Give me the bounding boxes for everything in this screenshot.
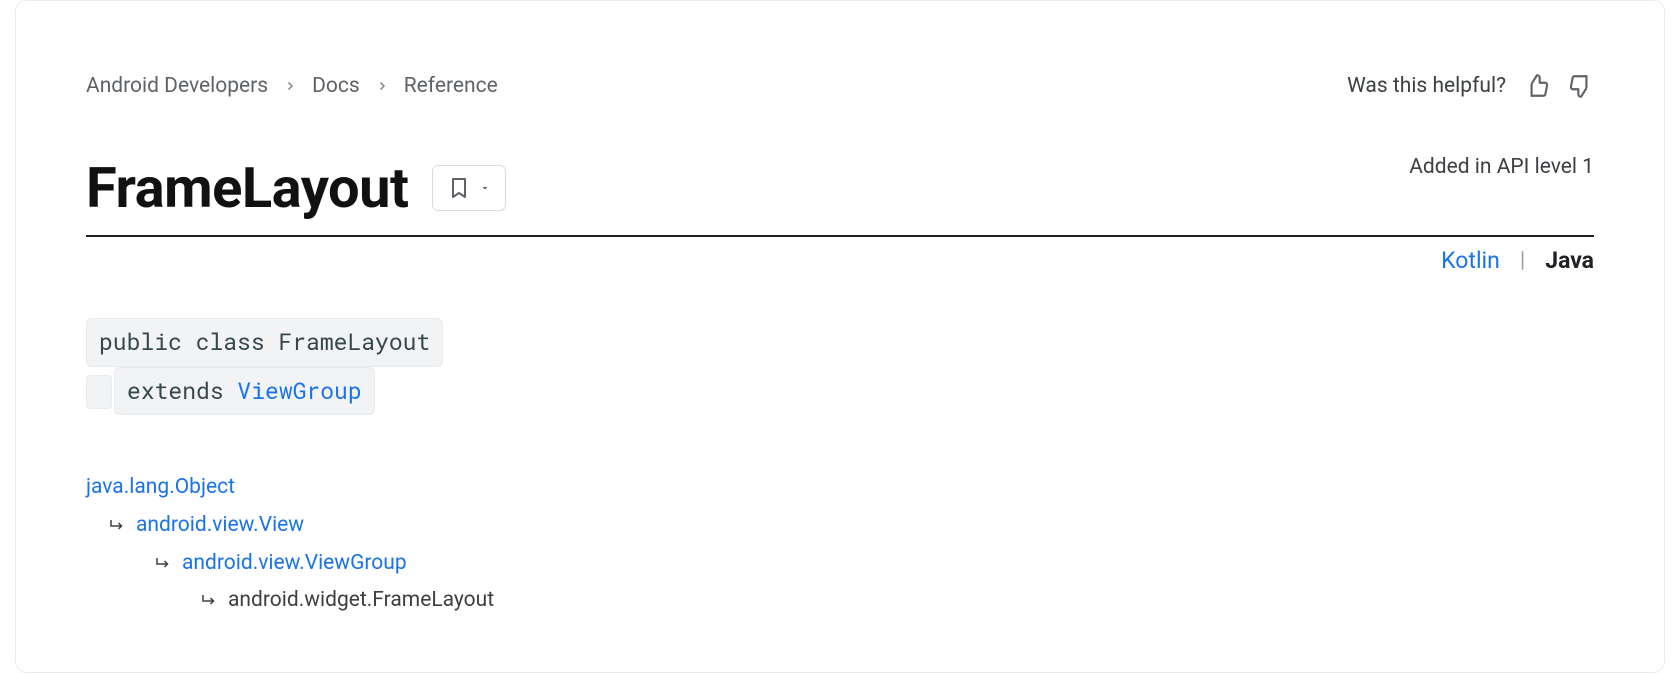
extends-link-viewgroup[interactable]: ViewGroup <box>237 376 361 406</box>
hierarchy-link-object[interactable]: java.lang.Object <box>86 469 235 507</box>
bookmark-icon <box>447 176 471 200</box>
title-row: FrameLayout Added in API level 1 <box>86 155 1594 237</box>
hierarchy-row-3: android.widget.FrameLayout <box>200 582 1594 620</box>
hierarchy-link-viewgroup[interactable]: android.view.ViewGroup <box>182 545 407 583</box>
feedback-area: Was this helpful? <box>1347 73 1594 99</box>
hierarchy-row-1: android.view.View <box>108 507 1594 545</box>
hierarchy-link-view[interactable]: android.view.View <box>136 507 304 545</box>
language-tab-java[interactable]: Java <box>1545 247 1594 274</box>
inherit-arrow-icon <box>200 592 218 610</box>
content-card: Android Developers Docs Reference Was th… <box>15 0 1665 673</box>
feedback-prompt: Was this helpful? <box>1347 74 1506 98</box>
breadcrumb-item-docs[interactable]: Docs <box>312 74 360 98</box>
breadcrumb-item-reference[interactable]: Reference <box>404 74 498 98</box>
thumbs-up-icon <box>1524 73 1550 99</box>
breadcrumb-item-android-developers[interactable]: Android Developers <box>86 74 268 98</box>
bookmark-button[interactable] <box>432 165 506 211</box>
inherit-arrow-icon <box>108 517 126 535</box>
language-switch: Kotlin | Java <box>86 247 1594 274</box>
language-separator: | <box>1520 248 1525 273</box>
page-title: FrameLayout <box>86 155 408 221</box>
thumbs-down-button[interactable] <box>1568 73 1594 99</box>
caret-down-icon <box>479 182 491 194</box>
top-bar: Android Developers Docs Reference Was th… <box>86 73 1594 99</box>
signature-line-2: extends ViewGroup <box>114 367 375 416</box>
thumbs-down-icon <box>1568 73 1594 99</box>
class-signature: public class FrameLayout extends ViewGro… <box>86 318 1594 415</box>
title-left: FrameLayout <box>86 155 506 221</box>
signature-indent <box>86 375 112 409</box>
breadcrumb: Android Developers Docs Reference <box>86 74 498 98</box>
extends-keyword: extends <box>127 376 237 406</box>
hierarchy-current-framelayout: android.widget.FrameLayout <box>228 582 494 620</box>
thumbs-up-button[interactable] <box>1524 73 1550 99</box>
inherit-arrow-icon <box>154 555 172 573</box>
hierarchy-row-0: java.lang.Object <box>86 469 1594 507</box>
language-tab-kotlin[interactable]: Kotlin <box>1441 247 1500 274</box>
chevron-right-icon <box>376 80 388 92</box>
hierarchy-row-2: android.view.ViewGroup <box>154 545 1594 583</box>
signature-line-1: public class FrameLayout <box>86 318 443 367</box>
class-hierarchy: java.lang.Object android.view.View andro… <box>86 469 1594 620</box>
chevron-right-icon <box>284 80 296 92</box>
added-in-label: Added in API level 1 <box>1409 155 1594 179</box>
